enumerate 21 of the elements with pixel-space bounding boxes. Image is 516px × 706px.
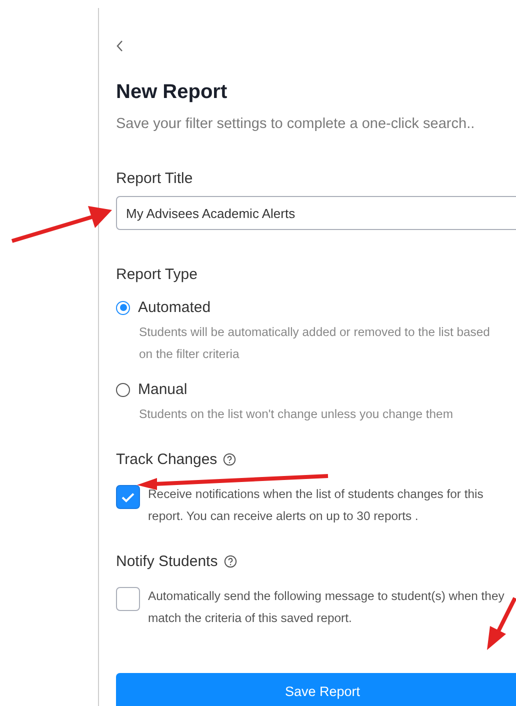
page-subtitle: Save your filter settings to complete a one-click search.. bbox=[116, 116, 476, 132]
help-icon[interactable] bbox=[224, 555, 237, 568]
radio-label[interactable]: Automated bbox=[138, 299, 211, 316]
page-title: New Report bbox=[116, 81, 228, 104]
section-label: Report Type bbox=[116, 266, 198, 283]
checkbox[interactable] bbox=[116, 485, 140, 509]
checkbox-label: Receive notifications when the list of students changes for this report. You can receive alerts on up to 30 reports . bbox=[148, 486, 484, 525]
radio-button[interactable] bbox=[116, 300, 130, 314]
option-description: Students will be automatically added or removed to the list based on the filter criteria bbox=[139, 324, 491, 363]
checkmark-icon bbox=[121, 492, 135, 502]
help-icon[interactable] bbox=[223, 453, 236, 466]
back-icon[interactable] bbox=[116, 40, 124, 52]
option-description: Students on the list won't change unless you change them bbox=[139, 406, 454, 423]
checkbox[interactable] bbox=[116, 587, 140, 611]
report-title-field[interactable]: My Advisees Academic Alerts bbox=[116, 196, 516, 230]
checkbox-label: Automatically send the following message to student(s) when they match the criteria of this saved report. bbox=[148, 588, 506, 627]
section-label: Notify Students bbox=[116, 553, 218, 570]
section-label: Track Changes bbox=[116, 451, 218, 468]
radio-button[interactable] bbox=[116, 382, 130, 396]
radio-label[interactable]: Manual bbox=[138, 381, 188, 398]
field-label: Report Title bbox=[116, 170, 194, 187]
